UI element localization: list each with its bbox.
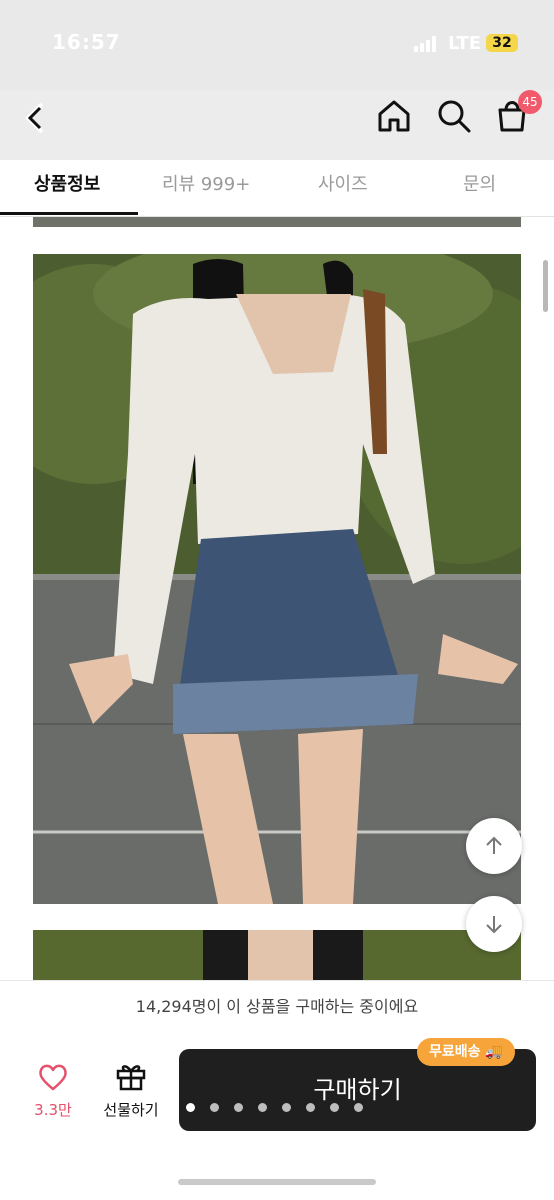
gift-button[interactable]: 선물하기	[96, 1061, 166, 1120]
carousel-dot[interactable]	[258, 1103, 267, 1112]
product-photo-next	[33, 930, 521, 980]
tab-product-info[interactable]: 상품정보	[34, 170, 100, 196]
active-tab-indicator	[0, 212, 138, 215]
truck-icon: 🚚	[485, 1044, 503, 1060]
carousel-dot[interactable]	[234, 1103, 243, 1112]
signal-icon	[414, 36, 442, 52]
buyers-count-banner: 14,294명이 이 상품을 구매하는 중이에요	[0, 980, 554, 1034]
scroll-up-button[interactable]	[466, 818, 522, 874]
carousel-dot[interactable]	[186, 1103, 195, 1112]
carousel-page-dots	[186, 1097, 378, 1112]
scroll-down-button[interactable]	[466, 896, 522, 952]
tab-size[interactable]: 사이즈	[318, 170, 368, 196]
product-photo-main	[33, 254, 521, 904]
free-shipping-label: 무료배송	[429, 1044, 481, 1060]
free-shipping-badge: 무료배송 🚚	[417, 1038, 515, 1066]
product-detail-content[interactable]	[0, 217, 554, 980]
tab-inquiry[interactable]: 문의	[463, 170, 496, 196]
network-label: LTE	[448, 33, 482, 54]
status-time: 16:57	[52, 30, 121, 54]
carousel-dot[interactable]	[354, 1103, 363, 1112]
search-icon[interactable]	[434, 96, 474, 136]
product-photo-previous	[33, 217, 521, 227]
like-button[interactable]: 3.3만	[24, 1063, 82, 1120]
carousel-dot[interactable]	[282, 1103, 291, 1112]
scrollbar[interactable]	[543, 260, 548, 312]
gift-icon	[116, 1065, 146, 1091]
home-icon[interactable]	[374, 96, 414, 136]
carousel-dot[interactable]	[330, 1103, 339, 1112]
battery-icon: 32	[486, 34, 518, 52]
heart-icon	[39, 1064, 67, 1091]
top-nav-bar: 45	[0, 90, 554, 160]
back-chevron-icon[interactable]	[22, 100, 62, 140]
product-tabs: 상품정보 리뷰 999+ 사이즈 문의	[0, 160, 554, 217]
tab-reviews[interactable]: 리뷰 999+	[162, 170, 250, 196]
status-bar: 16:57 LTE 32	[0, 0, 554, 90]
gift-label: 선물하기	[103, 1101, 159, 1119]
carousel-dot[interactable]	[210, 1103, 219, 1112]
like-count: 3.3만	[34, 1101, 72, 1119]
bottom-action-bar: 3.3만 선물하기 구매하기 무료배송 🚚	[0, 1033, 554, 1200]
arrow-down-icon	[486, 916, 502, 934]
carousel-dot[interactable]	[306, 1103, 315, 1112]
arrow-up-icon	[486, 836, 502, 854]
cart-count-badge: 45	[518, 90, 542, 114]
home-indicator	[178, 1179, 376, 1185]
